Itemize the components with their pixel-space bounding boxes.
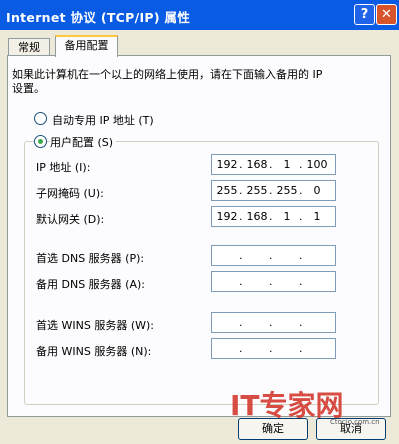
alternate-wins-label: 备用 WINS 服务器 (N): [36, 345, 152, 358]
intro-text: 如果此计算机在一个以上的网络上使用，请在下面输入备用的 IP 设置。 [12, 68, 372, 96]
tab-general[interactable]: 常规 [8, 38, 50, 56]
preferred-wins-label: 首选 WINS 服务器 (W): [36, 319, 154, 332]
preferred-dns-field[interactable]: ... [211, 245, 336, 266]
default-gateway-label: 默认网关 (D): [36, 213, 105, 226]
preferred-wins-field[interactable]: ... [211, 312, 336, 333]
user-config-radio[interactable] [34, 135, 47, 148]
alternate-dns-field[interactable]: ... [211, 271, 336, 292]
user-config-label[interactable]: 用户配置 (S) [50, 134, 117, 150]
close-button[interactable]: ✕ [376, 4, 397, 25]
dialog-body: 常规 备用配置 如果此计算机在一个以上的网络上使用，请在下面输入备用的 IP 设… [0, 30, 399, 444]
title-bar: Internet 协议 (TCP/IP) 属性 ? ✕ [0, 0, 399, 30]
intro-line-1: 如果此计算机在一个以上的网络上使用，请在下面输入备用的 IP [12, 68, 323, 81]
subnet-mask-label: 子网掩码 (U): [36, 187, 104, 200]
intro-line-2: 设置。 [12, 82, 45, 95]
ip-address-field[interactable]: 192. 168. 1. 100 [211, 154, 336, 175]
window-title: Internet 协议 (TCP/IP) 属性 [6, 10, 191, 25]
auto-ip-radio[interactable] [34, 112, 47, 125]
watermark-url: Ctocio.com.cn [330, 418, 380, 426]
help-button[interactable]: ? [354, 4, 375, 25]
ip-address-label: IP 地址 (I): [36, 161, 91, 174]
watermark-logo: IT专家网 [230, 389, 344, 422]
subnet-mask-field[interactable]: 255. 255. 255. 0 [211, 180, 336, 201]
preferred-dns-label: 首选 DNS 服务器 (P): [36, 252, 145, 265]
tab-alternate-configuration[interactable]: 备用配置 [55, 35, 118, 57]
auto-ip-label[interactable]: 自动专用 IP 地址 (T) [52, 112, 154, 128]
alternate-dns-label: 备用 DNS 服务器 (A): [36, 278, 145, 291]
alternate-wins-field[interactable]: ... [211, 338, 336, 359]
default-gateway-field[interactable]: 192. 168. 1. 1 [211, 206, 336, 227]
